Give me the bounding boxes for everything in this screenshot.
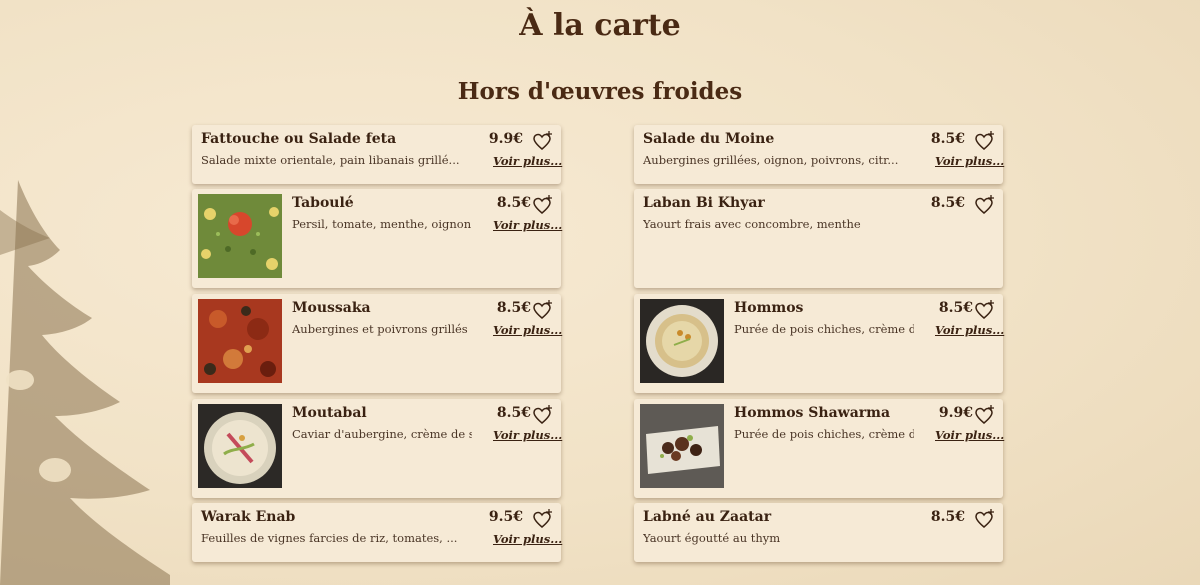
- add-favorite-icon[interactable]: [532, 299, 554, 321]
- dish-price: 8.5€: [496, 300, 531, 316]
- add-favorite-icon[interactable]: [974, 508, 996, 530]
- see-more-link[interactable]: Voir plus...: [935, 428, 1004, 442]
- dish-name: Warak Enab: [201, 509, 296, 525]
- menu-card[interactable]: Laban Bi Khyar Yaourt frais avec concomb…: [634, 189, 1003, 288]
- dish-description: Aubergines et poivrons grillés ...: [292, 322, 472, 336]
- dish-name: Hommos Shawarma: [734, 405, 891, 421]
- hommos-shawarma-photo: [640, 404, 724, 488]
- dish-name: Taboulé: [292, 195, 354, 211]
- menu-card[interactable]: Labné au Zaatar Yaourt égoutté au thym 8…: [634, 503, 1003, 562]
- dish-name: Salade du Moine: [643, 131, 775, 147]
- section-title: Hors d'œuvres froides: [457, 78, 743, 105]
- add-favorite-icon[interactable]: [532, 194, 554, 216]
- dish-description: Salade mixte orientale, pain libanais gr…: [201, 153, 460, 167]
- dish-name: Laban Bi Khyar: [643, 195, 765, 211]
- see-more-link[interactable]: Voir plus...: [493, 323, 562, 337]
- add-favorite-icon[interactable]: [974, 299, 996, 321]
- dish-name: Fattouche ou Salade feta: [201, 131, 397, 147]
- dish-price: 9.9€: [938, 405, 973, 421]
- moutabal-photo: [198, 404, 282, 488]
- dish-price: 8.5€: [496, 405, 531, 421]
- dish-description: Feuilles de vignes farcies de riz, tomat…: [201, 531, 458, 545]
- tabouleh-photo: [198, 194, 282, 278]
- see-more-link[interactable]: Voir plus...: [493, 532, 562, 546]
- dish-price: 9.5€: [488, 509, 523, 525]
- add-favorite-icon[interactable]: [974, 130, 996, 152]
- add-favorite-icon[interactable]: [974, 404, 996, 426]
- menu-card[interactable]: Moussaka Aubergines et poivrons grillés …: [192, 294, 562, 393]
- dish-name: Hommos: [734, 300, 804, 316]
- menu-card[interactable]: Warak Enab Feuilles de vignes farcies de…: [192, 503, 562, 562]
- dish-name: Moussaka: [292, 300, 371, 316]
- dish-name: Moutabal: [292, 405, 367, 421]
- dish-price: 8.5€: [496, 195, 531, 211]
- dish-price: 8.5€: [938, 300, 973, 316]
- menu-card[interactable]: Hommos Shawarma Purée de pois chiches, c…: [634, 399, 1004, 498]
- page-title: À la carte: [519, 8, 681, 43]
- moussaka-photo: [198, 299, 282, 383]
- hommos-photo: [640, 299, 724, 383]
- menu-card[interactable]: Moutabal Caviar d'aubergine, crème de s.…: [192, 399, 562, 498]
- dish-description: Aubergines grillées, oignon, poivrons, c…: [643, 153, 899, 167]
- dish-price: 8.5€: [930, 195, 965, 211]
- add-favorite-icon[interactable]: [532, 130, 554, 152]
- dish-description: Persil, tomate, menthe, oignon...: [292, 217, 472, 231]
- see-more-link[interactable]: Voir plus...: [493, 154, 562, 168]
- dish-description: Caviar d'aubergine, crème de s...: [292, 427, 472, 441]
- dish-price: 8.5€: [930, 509, 965, 525]
- add-favorite-icon[interactable]: [532, 508, 554, 530]
- add-favorite-icon[interactable]: [974, 194, 996, 216]
- dish-description: Yaourt égoutté au thym: [643, 531, 781, 545]
- dish-description: Purée de pois chiches, crème d...: [734, 427, 914, 441]
- add-favorite-icon[interactable]: [532, 404, 554, 426]
- menu-card[interactable]: Taboulé Persil, tomate, menthe, oignon..…: [192, 189, 562, 288]
- dish-price: 8.5€: [930, 131, 965, 147]
- dish-name: Labné au Zaatar: [643, 509, 772, 525]
- see-more-link[interactable]: Voir plus...: [493, 218, 562, 232]
- dish-description: Yaourt frais avec concombre, menthe: [643, 217, 861, 231]
- menu-card[interactable]: Fattouche ou Salade feta Salade mixte or…: [192, 125, 562, 184]
- menu-card[interactable]: Hommos Purée de pois chiches, crème d...…: [634, 294, 1004, 393]
- see-more-link[interactable]: Voir plus...: [935, 154, 1004, 168]
- see-more-link[interactable]: Voir plus...: [935, 323, 1004, 337]
- dish-price: 9.9€: [488, 131, 523, 147]
- dish-description: Purée de pois chiches, crème d...: [734, 322, 914, 336]
- cedar-tree-decoration: [0, 180, 170, 585]
- see-more-link[interactable]: Voir plus...: [493, 428, 562, 442]
- menu-card[interactable]: Salade du Moine Aubergines grillées, oig…: [634, 125, 1004, 184]
